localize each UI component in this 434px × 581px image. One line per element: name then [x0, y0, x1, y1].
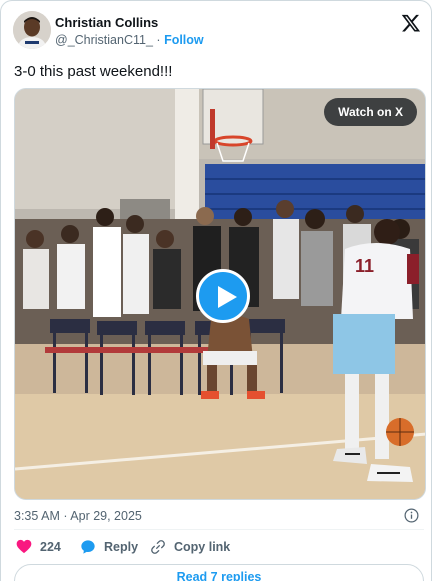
play-button[interactable]	[196, 269, 250, 323]
reply-label: Reply	[104, 540, 139, 554]
avatar[interactable]	[13, 11, 51, 49]
tweet-header: Christian Collins @_ChristianC11_ · Foll…	[13, 11, 423, 51]
tweet-timestamp[interactable]: 3:35 AM · Apr 29, 2025	[14, 509, 142, 523]
tweet-text: 3-0 this past weekend!!!	[14, 63, 173, 80]
watch-on-x-button[interactable]: Watch on X	[324, 98, 417, 126]
reply-bubble-icon	[81, 540, 95, 554]
link-icon	[151, 540, 165, 554]
author-name[interactable]: Christian Collins	[55, 15, 158, 30]
play-icon	[218, 286, 237, 308]
reply-button[interactable]: Reply	[80, 539, 138, 555]
divider	[14, 529, 424, 530]
author-handle[interactable]: @_ChristianC11_	[55, 33, 153, 47]
copy-link-button[interactable]: Copy link	[150, 539, 230, 555]
follow-button[interactable]: Follow	[164, 33, 204, 47]
x-logo-icon[interactable]	[401, 13, 421, 33]
handle-separator: ·	[156, 33, 161, 47]
info-icon[interactable]	[404, 508, 419, 523]
tweet-card: Christian Collins @_ChristianC11_ · Foll…	[0, 0, 432, 581]
heart-icon	[16, 539, 32, 554]
likes-count: 224	[40, 539, 61, 554]
like-button[interactable]: 224	[16, 539, 61, 554]
author-handle-line: @_ChristianC11_ · Follow	[55, 33, 204, 47]
jersey-number: 11	[355, 256, 374, 276]
read-replies-button[interactable]: Read 7 replies	[14, 564, 424, 581]
copy-link-label: Copy link	[174, 540, 231, 554]
video-player[interactable]: 11 Watch on X	[14, 88, 426, 500]
